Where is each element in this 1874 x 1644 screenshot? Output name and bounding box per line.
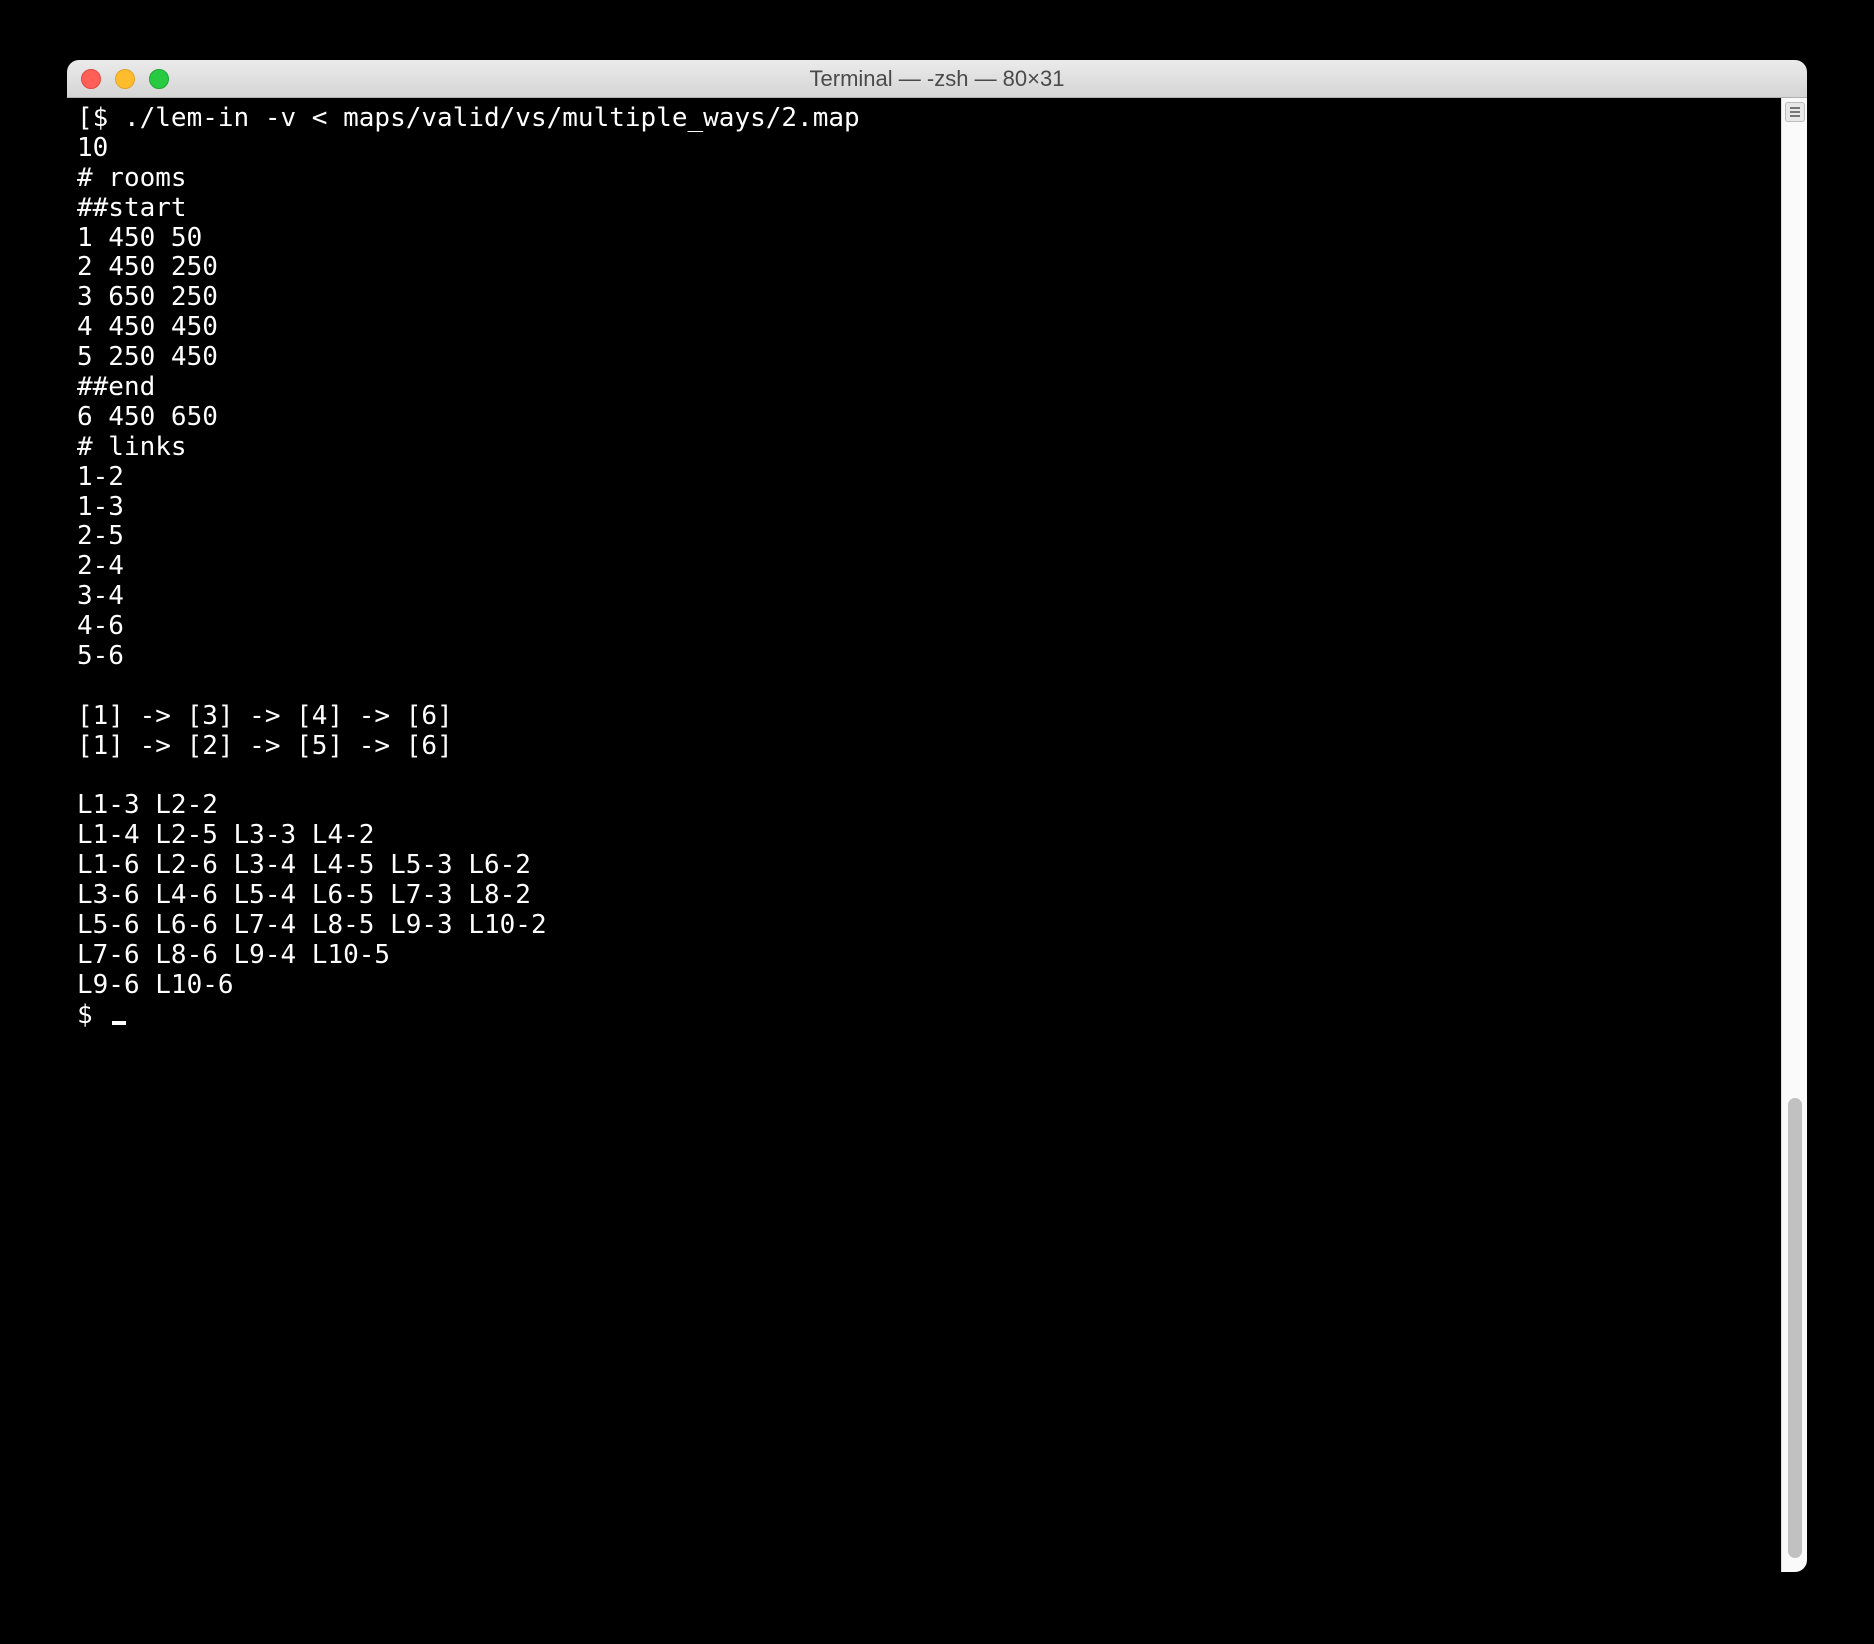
output-line: 2 450 250: [77, 252, 218, 282]
window-title: Terminal — -zsh — 80×31: [67, 66, 1807, 92]
output-line: 5-6: [77, 641, 124, 671]
menu-icon[interactable]: [1785, 102, 1805, 122]
output-line: L7-6 L8-6 L9-4 L10-5: [77, 940, 390, 970]
output-line: 4 450 450: [77, 312, 218, 342]
output-line: [1] -> [2] -> [5] -> [6]: [77, 731, 453, 761]
output-line: 4-6: [77, 611, 124, 641]
scrollbar-track[interactable]: [1781, 98, 1807, 1572]
output-line: 1-2: [77, 462, 124, 492]
output-line: L5-6 L6-6 L7-4 L8-5 L9-3 L10-2: [77, 910, 547, 940]
output-line: L1-6 L2-6 L3-4 L4-5 L5-3 L6-2: [77, 850, 531, 880]
titlebar[interactable]: Terminal — -zsh — 80×31: [67, 60, 1807, 98]
output-line: [1] -> [3] -> [4] -> [6]: [77, 701, 453, 731]
output-line: 1 450 50: [77, 223, 202, 253]
scrollbar-thumb[interactable]: [1788, 1098, 1802, 1558]
output-line: L3-6 L4-6 L5-4 L6-5 L7-3 L8-2: [77, 880, 531, 910]
prompt: $: [93, 103, 109, 133]
output-line: L1-4 L2-5 L3-3 L4-2: [77, 820, 374, 850]
terminal-body: [$ ./lem-in -v < maps/valid/vs/multiple_…: [67, 98, 1807, 1572]
cursor-icon: [112, 1021, 126, 1025]
output-line: 2-4: [77, 551, 124, 581]
output-line: ##start: [77, 193, 187, 223]
terminal-content[interactable]: [$ ./lem-in -v < maps/valid/vs/multiple_…: [67, 98, 1781, 1572]
output-line: 3 650 250: [77, 282, 218, 312]
output-line: L9-6 L10-6: [77, 970, 234, 1000]
prompt: $: [77, 1000, 93, 1030]
output-line: ##end: [77, 372, 155, 402]
output-line: # rooms: [77, 163, 187, 193]
output-line: 3-4: [77, 581, 124, 611]
output-line: L1-3 L2-2: [77, 790, 218, 820]
output-line: 5 250 450: [77, 342, 218, 372]
maximize-icon[interactable]: [149, 69, 169, 89]
output-line: # links: [77, 432, 187, 462]
command-text: ./lem-in -v < maps/valid/vs/multiple_way…: [124, 103, 860, 133]
output-line: 2-5: [77, 521, 124, 551]
output-line: 6 450 650: [77, 402, 218, 432]
output-line: 1-3: [77, 492, 124, 522]
close-icon[interactable]: [81, 69, 101, 89]
traffic-lights: [81, 69, 169, 89]
minimize-icon[interactable]: [115, 69, 135, 89]
output-line: 10: [77, 133, 108, 163]
terminal-window: Terminal — -zsh — 80×31 [$ ./lem-in -v <…: [67, 60, 1807, 1572]
